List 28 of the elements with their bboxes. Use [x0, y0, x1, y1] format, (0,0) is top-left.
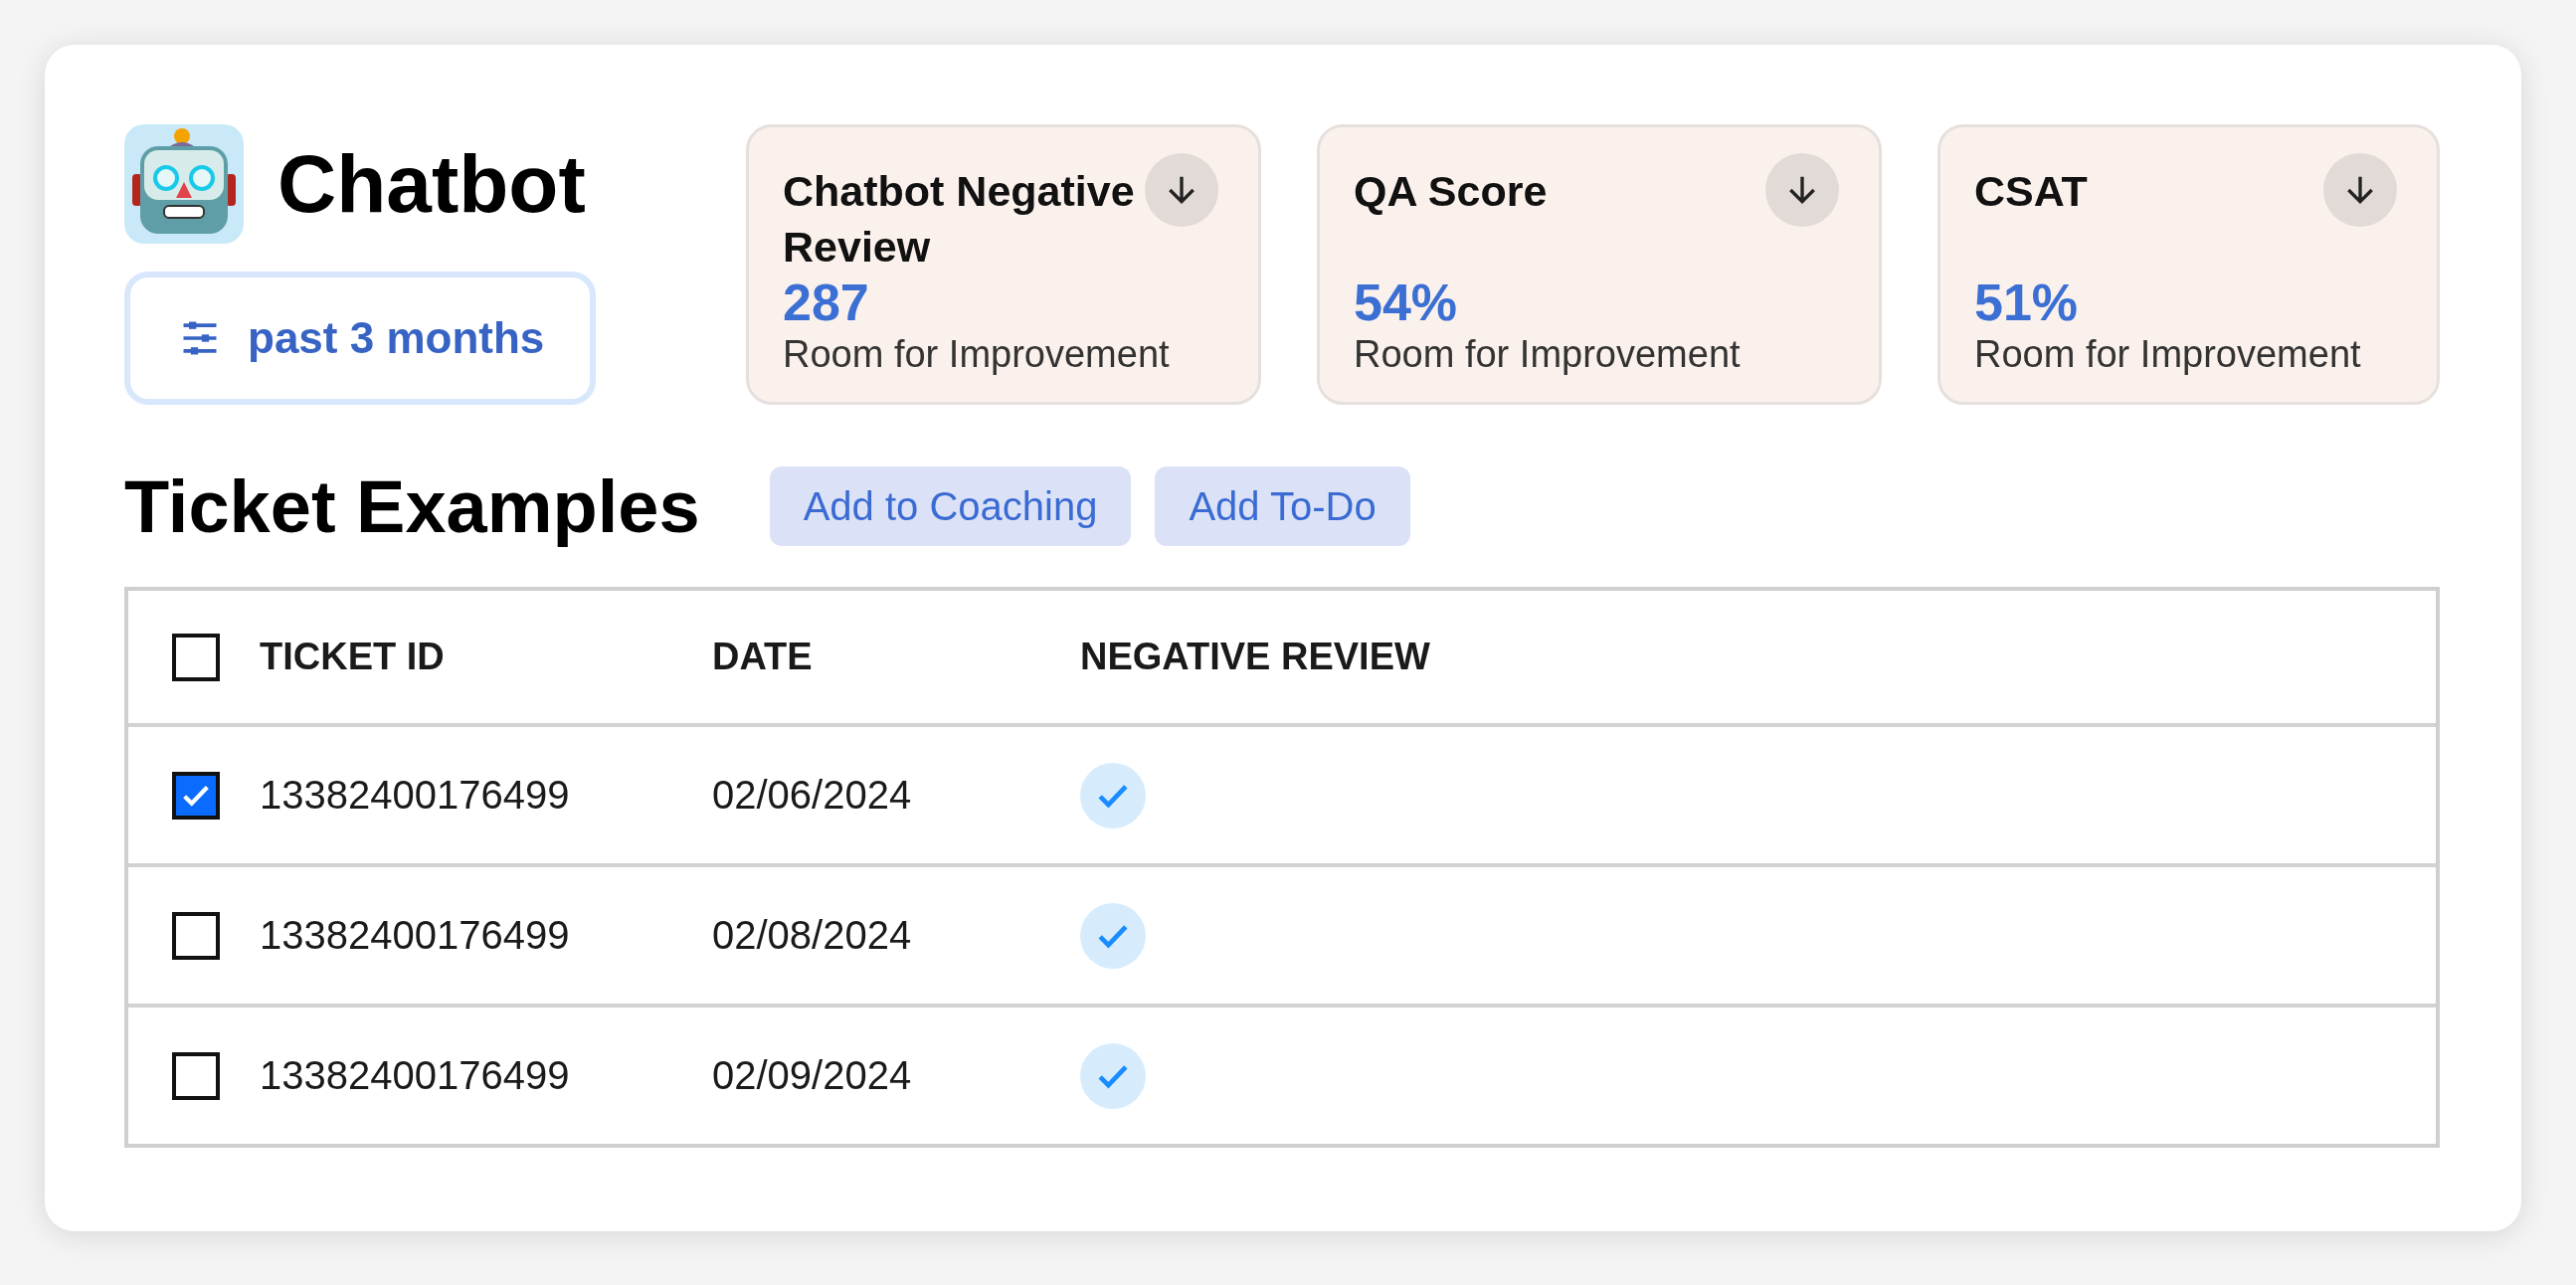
- checkbox[interactable]: [172, 771, 220, 820]
- metric-caption: Room for Improvement: [1354, 332, 1742, 377]
- checkbox[interactable]: [172, 633, 220, 681]
- date-filter-button[interactable]: past 3 months: [124, 272, 596, 405]
- metric-title: QA Score: [1354, 166, 1549, 217]
- metric-value: 54%: [1354, 275, 1459, 330]
- metric-value: 287: [783, 275, 870, 330]
- action-button[interactable]: Add To-Do: [1155, 466, 1410, 546]
- ticket-id: 13382400176499: [260, 773, 571, 818]
- date-cell-text: 02/06/2024: [712, 773, 913, 818]
- column-header: NEGATIVE REVIEW: [1080, 636, 1431, 678]
- metric-caption: Room for Improvement: [1974, 332, 2362, 377]
- column-header: DATE: [712, 636, 814, 678]
- metric-title: CSAT: [1974, 166, 2089, 217]
- date-cell-text: 02/09/2024: [712, 1053, 913, 1098]
- metric-caption: Room for Improvement: [783, 332, 1171, 377]
- metric-title: Chatbot Negative Review: [783, 166, 1136, 273]
- ticket-id: 13382400176499: [260, 913, 571, 958]
- column-header: TICKET ID: [260, 636, 446, 678]
- section-title: Ticket Examples: [124, 463, 700, 549]
- robot-icon: [124, 124, 244, 244]
- checkbox[interactable]: [172, 1051, 220, 1100]
- action-button[interactable]: Add to Coaching: [769, 466, 1132, 546]
- page-title: Chatbot: [277, 137, 586, 231]
- metric-value: 51%: [1974, 275, 2080, 330]
- checkbox[interactable]: [172, 911, 220, 960]
- ticket-id: 13382400176499: [260, 1053, 571, 1098]
- date-cell-text: 02/08/2024: [712, 913, 913, 958]
